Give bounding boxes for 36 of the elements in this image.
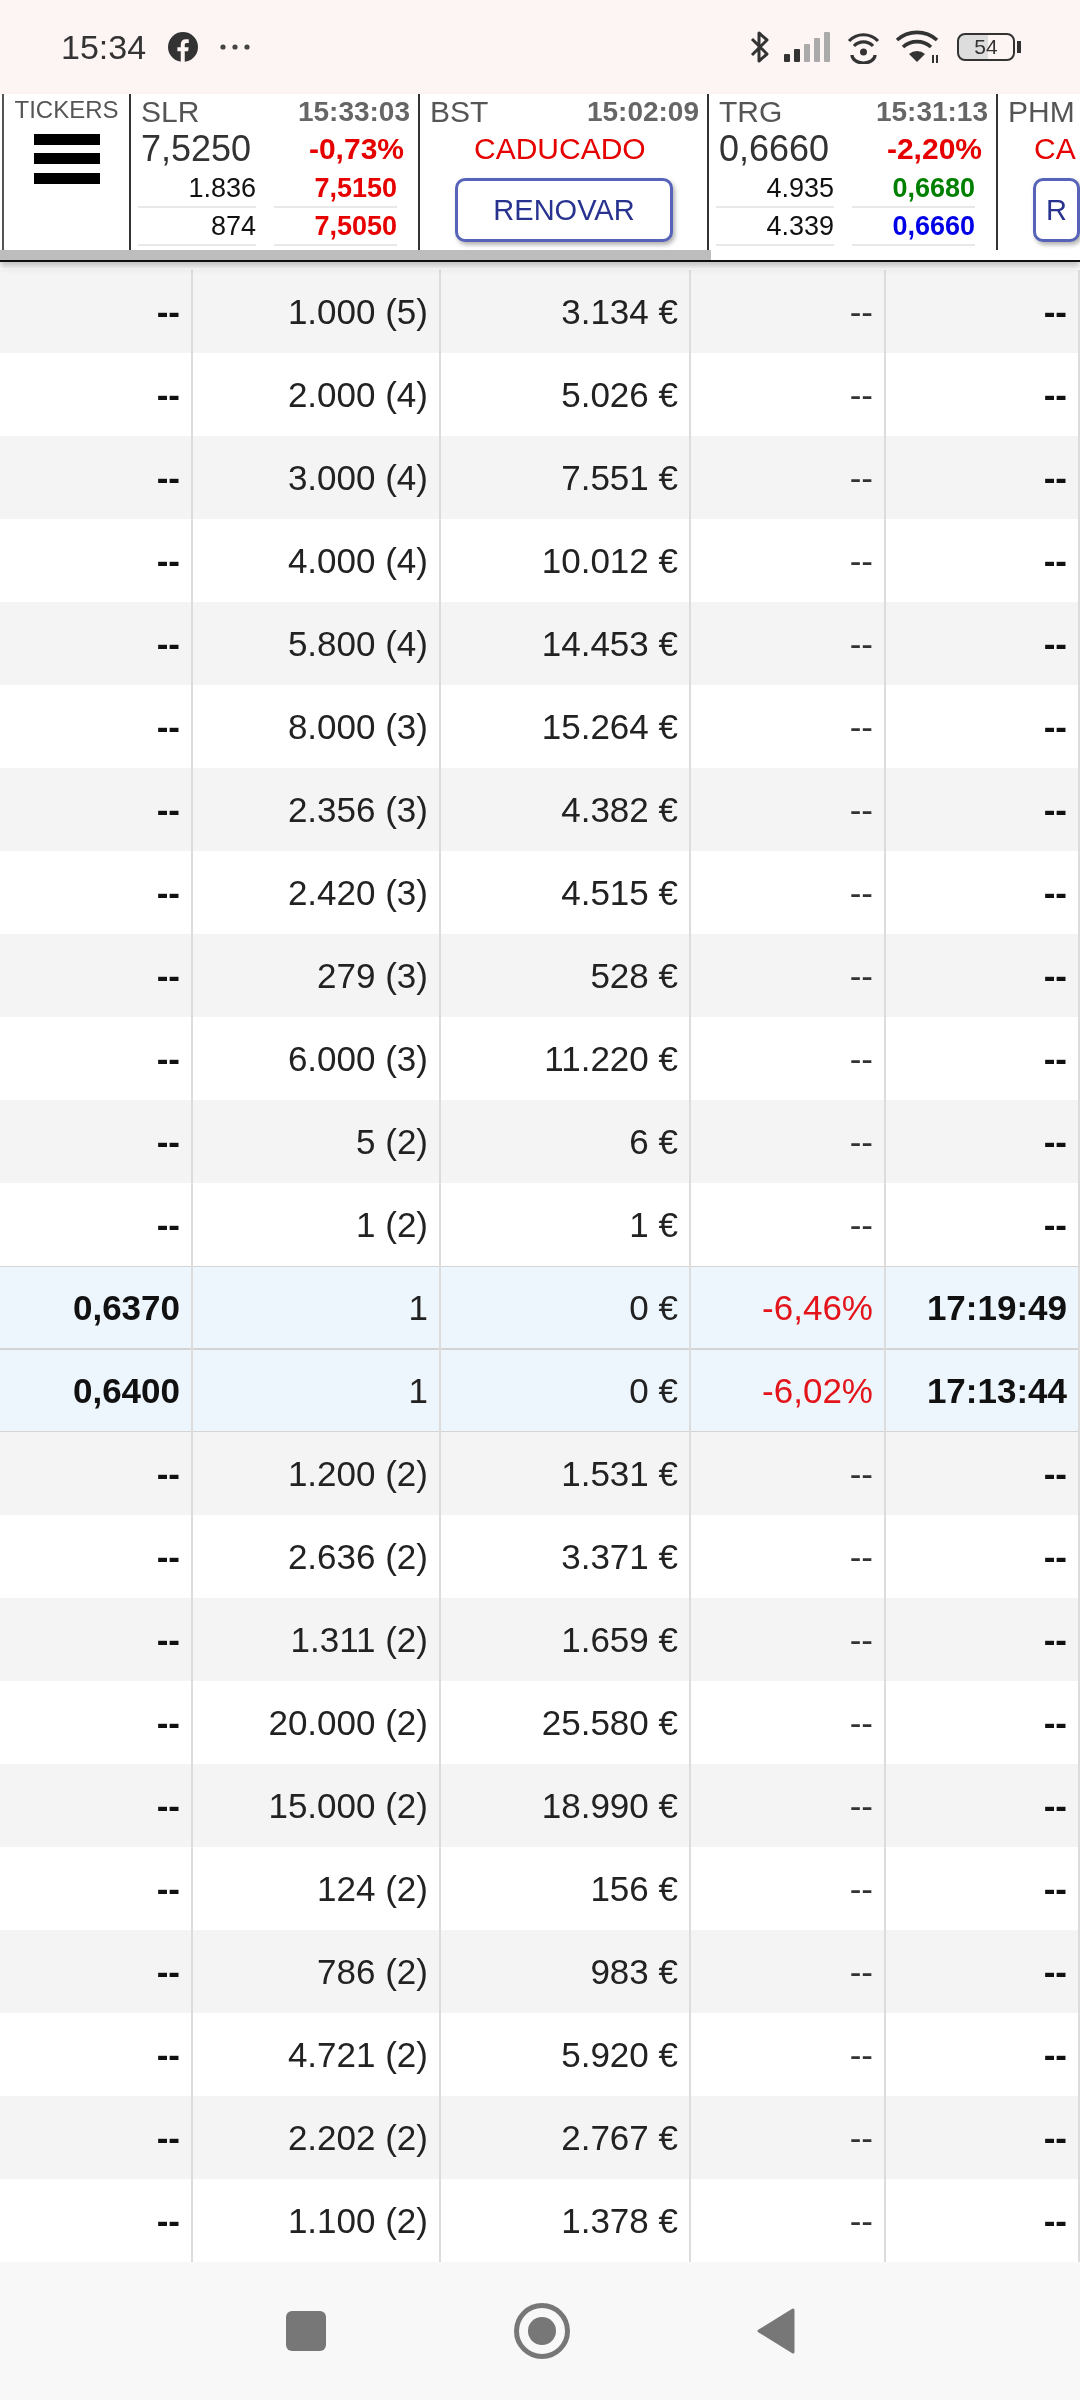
ticker-price: 7,5250 — [141, 129, 252, 169]
ticker-time: 15:02:09 — [586, 96, 699, 128]
book-volume: 874 — [138, 208, 256, 246]
ticker-change: -0,73% — [308, 131, 404, 167]
ticker-symbol: SLR — [141, 96, 200, 128]
book-price: 7,5050 — [274, 208, 397, 246]
battery-indicator: 54 — [957, 33, 1021, 61]
tickers-label: TICKERS — [14, 96, 119, 124]
ticker-price: 0,6660 — [719, 129, 830, 169]
book-volume: 1.836 — [138, 170, 256, 208]
wifi-icon — [895, 30, 941, 64]
book-volume: 4.935 — [716, 170, 834, 208]
ticker-change: -2,20% — [886, 131, 982, 167]
ticker-time: 15:33:03 — [297, 96, 410, 128]
expired-status: CADUCADO — [474, 131, 646, 167]
ticker-symbol: BST — [430, 96, 489, 128]
status-time: 15:34 — [61, 30, 147, 64]
recents-icon[interactable] — [285, 2311, 326, 2351]
book-price: 7,5150 — [274, 170, 397, 208]
radio-waves-icon — [846, 30, 881, 64]
bluetooth-icon — [750, 30, 770, 64]
back-icon[interactable] — [756, 2308, 795, 2354]
renew-button[interactable]: RENOVAR — [455, 178, 673, 242]
more-icon — [220, 44, 251, 50]
ticker-symbol: TRG — [719, 96, 783, 128]
ticker-time: 15:31:13 — [875, 96, 988, 128]
renew-button[interactable]: R — [1033, 178, 1080, 242]
expired-status: CA — [1034, 131, 1076, 167]
signal-icon — [784, 32, 833, 62]
ticker-symbol: PHM — [1008, 96, 1075, 128]
book-volume: 4.339 — [716, 208, 834, 246]
menu-icon[interactable] — [33, 134, 100, 184]
home-icon[interactable] — [513, 2303, 570, 2359]
facebook-icon — [168, 32, 199, 62]
book-price: 0,6680 — [852, 170, 975, 208]
book-price: 0,6660 — [852, 208, 975, 246]
